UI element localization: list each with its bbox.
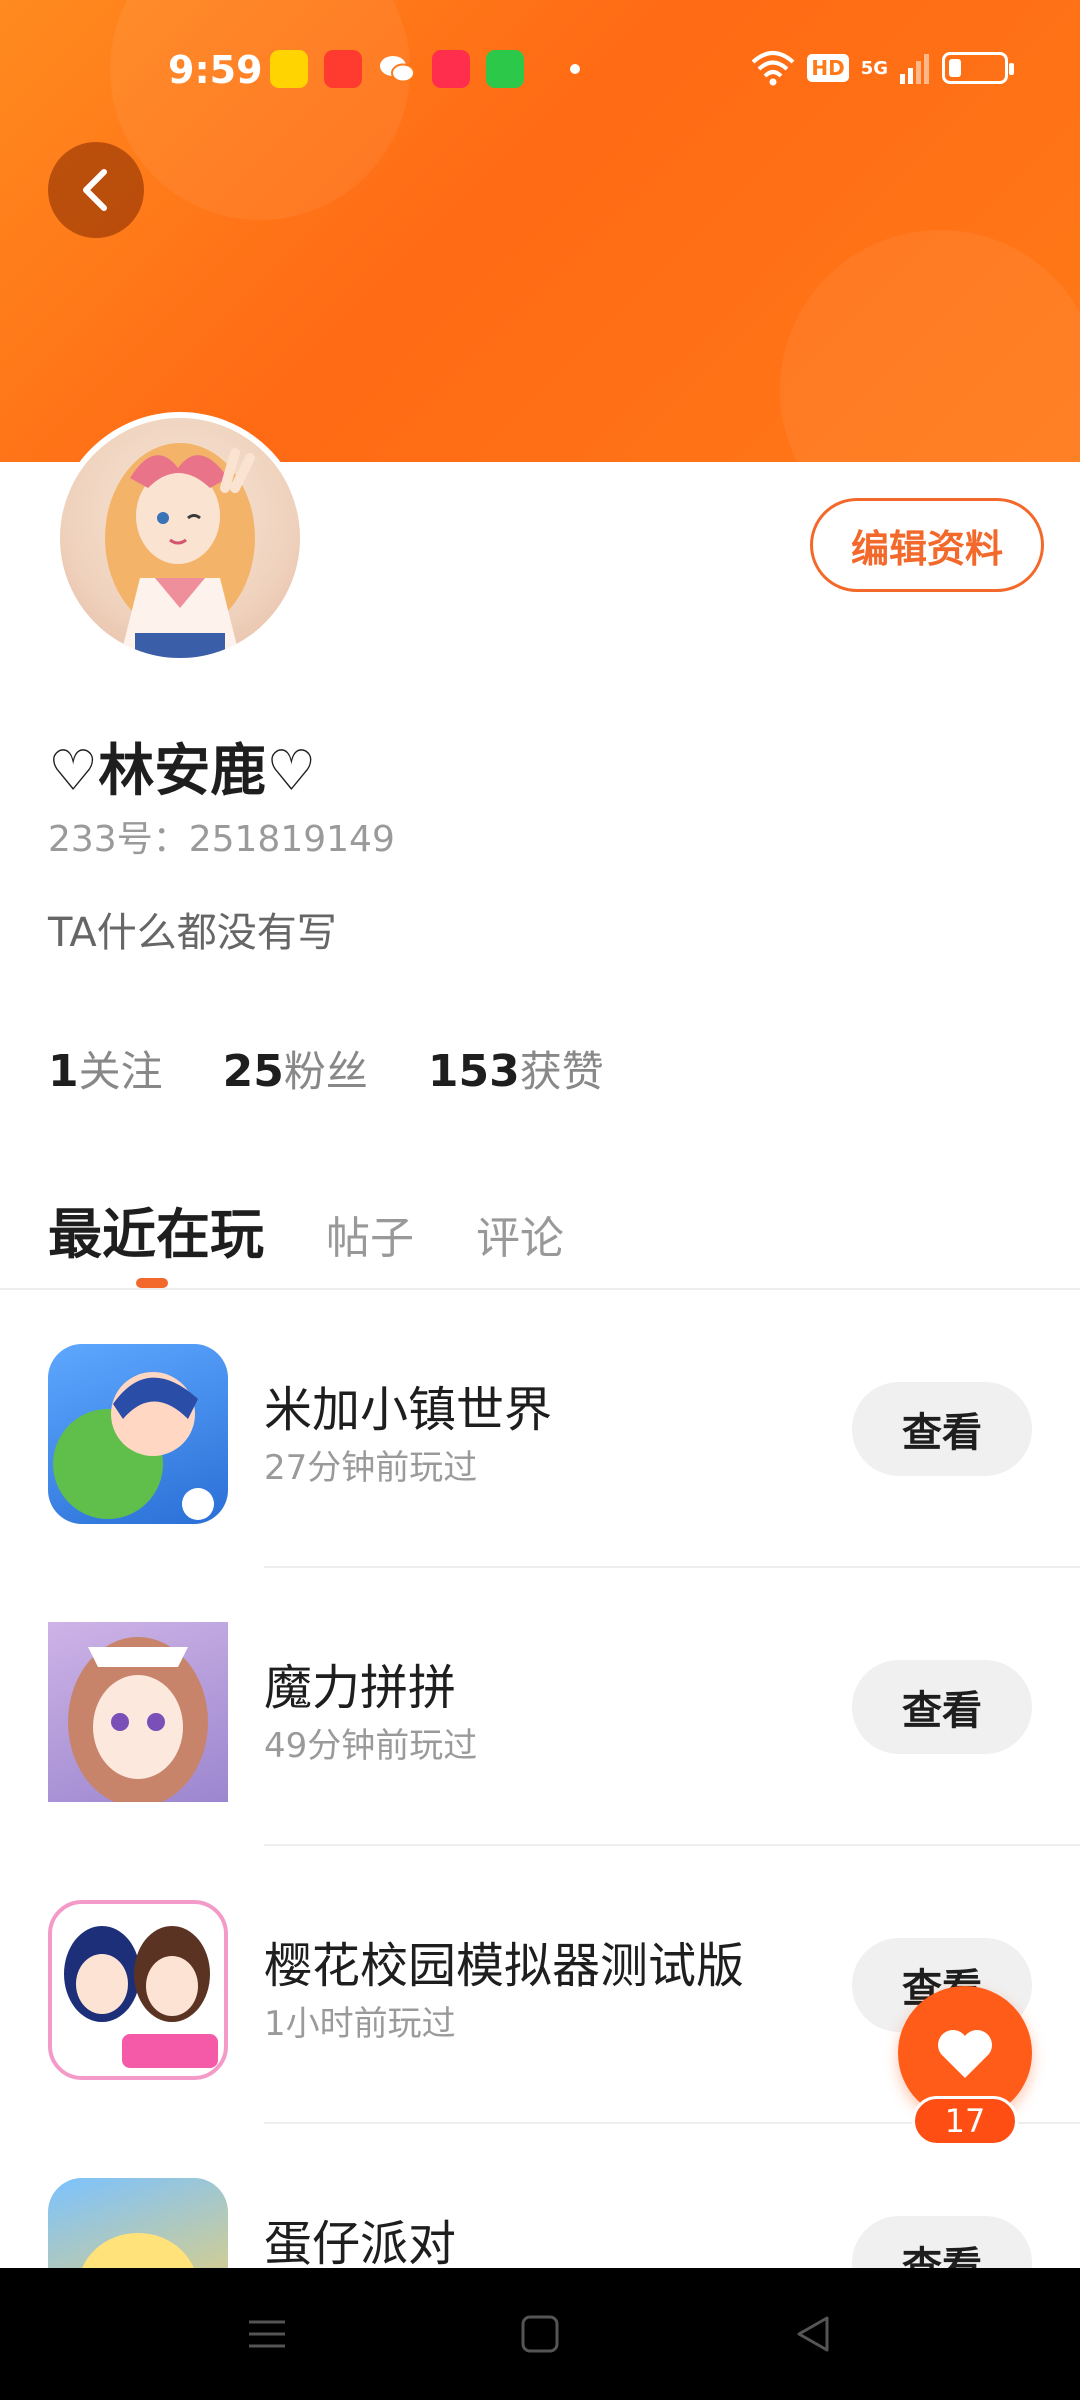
edit-profile-button[interactable]: 编辑资料 [810, 498, 1044, 592]
signal-icon [900, 54, 929, 84]
user-id: 233号：251819149 [48, 819, 395, 860]
tab-posts[interactable]: 帖子 [326, 1202, 414, 1266]
tab-recently-played[interactable]: 最近在玩 [48, 1190, 264, 1269]
chevron-left-icon [83, 169, 107, 211]
qq-browser-icon [270, 50, 308, 88]
game-icon [48, 1344, 228, 1524]
xiaohongshu-icon [432, 50, 470, 88]
avatar[interactable] [54, 412, 306, 664]
profile-tabs: 最近在玩 帖子 评论 [48, 1190, 564, 1269]
tab-active-indicator [136, 1278, 168, 1288]
stat-followers[interactable]: 25粉丝 [223, 1038, 368, 1099]
game-icon [48, 1622, 228, 1802]
heart-icon [938, 2030, 992, 2078]
view-button[interactable]: 查看 [852, 1660, 1032, 1754]
battery-icon [942, 52, 1014, 84]
status-bar: 9:59 HD 5G [0, 0, 1080, 140]
status-time: 9:59 [168, 48, 263, 92]
stat-label: 关注 [78, 1047, 163, 1096]
back-nav-icon[interactable] [793, 2314, 833, 2354]
list-item[interactable]: 米加小镇世界 27分钟前玩过 查看 [0, 1290, 1080, 1568]
stat-number: 25 [222, 1046, 284, 1097]
hd-badge: HD [807, 54, 849, 82]
more-notifications-dot [570, 64, 580, 74]
menu-icon[interactable] [247, 2314, 287, 2354]
wechat-icon [378, 50, 416, 88]
stat-number: 153 [427, 1046, 520, 1097]
game-name: 蛋仔派对 [264, 2216, 457, 2272]
like-count-badge: 17 [912, 2096, 1018, 2146]
system-nav-bar [0, 2268, 1080, 2400]
game-name: 樱花校园模拟器测试版 [264, 1938, 745, 1994]
avatar-illustration [105, 443, 255, 658]
stat-label: 粉丝 [283, 1047, 368, 1096]
profile-stats: 1关注 25粉丝 153获赞 [48, 1038, 604, 1099]
game-played-time: 1小时前玩过 [264, 2004, 456, 2044]
stat-following[interactable]: 1关注 [48, 1038, 163, 1099]
stat-likes[interactable]: 153获赞 [428, 1038, 604, 1099]
wifi-icon [752, 51, 795, 86]
user-bio: TA什么都没有写 [48, 910, 337, 956]
multi-app-icon [324, 50, 362, 88]
view-button[interactable]: 查看 [852, 1382, 1032, 1476]
game-name: 米加小镇世界 [264, 1382, 553, 1438]
notification-icons [270, 50, 580, 88]
system-indicators: HD 5G [751, 50, 1014, 86]
tab-comments[interactable]: 评论 [476, 1202, 564, 1266]
recent-games-list: 米加小镇世界 27分钟前玩过 查看 魔力拼拼 49分钟前玩过 查看 樱花校园模拟… [0, 1290, 1080, 2400]
list-item[interactable]: 魔力拼拼 49分钟前玩过 查看 [0, 1568, 1080, 1846]
home-icon[interactable] [520, 2314, 560, 2354]
back-button[interactable] [48, 142, 144, 238]
game-played-time: 27分钟前玩过 [264, 1448, 478, 1488]
stat-label: 获赞 [519, 1047, 604, 1096]
game-name: 魔力拼拼 [264, 1660, 457, 1716]
banner-decoration [780, 230, 1080, 462]
game-played-time: 49分钟前玩过 [264, 1726, 478, 1766]
stat-number: 1 [48, 1046, 79, 1097]
username: ♡林安鹿♡ [48, 739, 317, 804]
game-icon [48, 1900, 228, 2080]
network-label: 5G [860, 57, 888, 79]
store-icon [486, 50, 524, 88]
